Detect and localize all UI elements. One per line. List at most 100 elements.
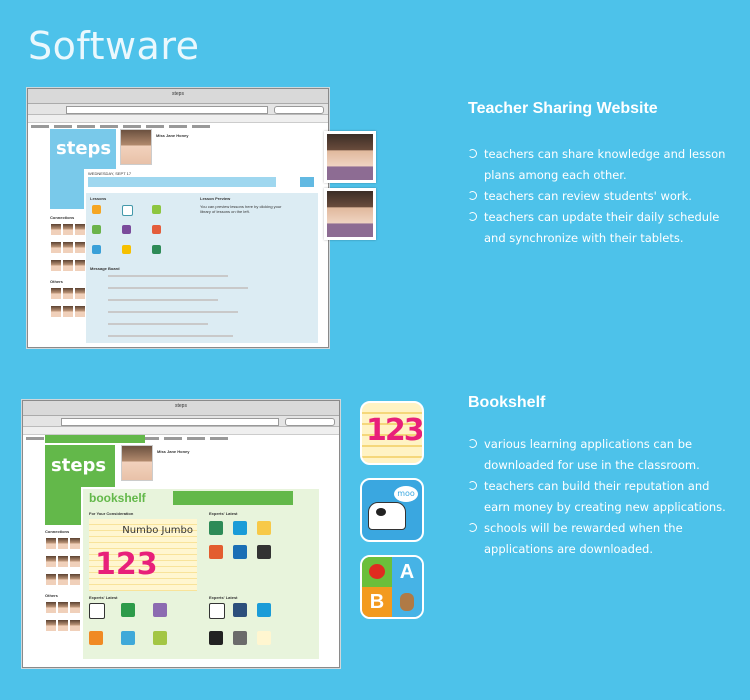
teddy-bear-block <box>392 587 422 617</box>
message-row <box>108 323 208 325</box>
lesson-tile[interactable] <box>122 245 131 254</box>
lesson-tile[interactable] <box>92 225 101 234</box>
bookshelf-page: steps Miss Jane Honey bookshelf For Your… <box>23 435 339 667</box>
app-tile[interactable] <box>233 603 247 617</box>
cow-moo-app-icon: moo <box>360 478 424 542</box>
lesson-tile[interactable] <box>92 205 101 214</box>
teacher-site-heading: Teacher Sharing Website <box>468 100 658 117</box>
app-tile[interactable] <box>153 631 167 645</box>
app-tile[interactable] <box>233 631 247 645</box>
bookmarks-bar <box>23 427 339 440</box>
page-title: Software <box>28 24 200 68</box>
app-tile[interactable] <box>257 521 271 535</box>
teddy-bear-icon <box>400 593 414 611</box>
others-avatars <box>50 287 86 323</box>
bookmarks-bar <box>28 115 328 128</box>
message-row <box>108 299 218 301</box>
cow-icon <box>368 502 406 530</box>
bullet-item: schools will be rewarded when the applic… <box>468 518 738 560</box>
address-bar[interactable] <box>61 418 279 426</box>
lesson-preview-heading: Lesson Preview <box>200 196 231 201</box>
teacher-site-page: steps Miss Jane Honey WEDNESDAY, SEPT 17… <box>28 123 328 347</box>
others-label: Others <box>50 279 63 284</box>
lesson-tile[interactable] <box>122 205 133 216</box>
letter-a-block: A <box>392 557 422 587</box>
column-heading: For Your Consideration <box>89 511 134 516</box>
connections-label: Connections <box>45 529 70 534</box>
app-tile[interactable] <box>257 603 271 617</box>
browser-toolbar <box>23 416 339 427</box>
connections-avatars <box>50 223 86 277</box>
top-green-bar <box>45 435 145 443</box>
content-panel <box>86 193 318 343</box>
app-tile[interactable] <box>233 521 247 535</box>
app-tile[interactable] <box>209 631 223 645</box>
123-numbers-app-icon: 123 <box>360 401 424 465</box>
letter-b-block: B <box>362 587 392 617</box>
column-heading: Experts' Latest <box>209 595 238 600</box>
app-tile[interactable] <box>89 631 103 645</box>
category-toolbar[interactable] <box>173 491 293 505</box>
window-title: steps <box>175 403 187 409</box>
app-tile[interactable] <box>209 603 225 619</box>
column-heading: Experts' Latest <box>89 595 118 600</box>
apple-icon <box>369 564 385 579</box>
message-row <box>108 335 233 337</box>
apple-block <box>362 557 392 587</box>
schedule-bar[interactable] <box>88 177 276 187</box>
connections-label: Connections <box>50 215 75 220</box>
lesson-tile[interactable] <box>152 225 161 234</box>
bookshelf-heading: Bookshelf <box>468 394 546 411</box>
browser-search-field[interactable] <box>285 418 335 426</box>
left-nav-panel <box>45 487 81 525</box>
app-tile[interactable] <box>121 603 135 617</box>
bookshelf-bullets: various learning applications can be dow… <box>468 434 738 560</box>
profile-photo <box>120 129 152 165</box>
schedule-label: WEDNESDAY, SEPT 17 <box>88 171 132 176</box>
profile-name: Miss Jane Honey <box>157 449 190 454</box>
browser-titlebar: steps <box>28 89 328 104</box>
app-tile[interactable] <box>209 545 223 559</box>
teacher-site-browser-window: steps steps Miss Jane Honey WEDNESDAY, S… <box>27 88 329 348</box>
window-title: steps <box>172 91 184 97</box>
app-tile[interactable] <box>257 631 271 645</box>
profile-name: Miss Jane Honey <box>156 133 189 138</box>
teacher-site-bullets: teachers can share knowledge and lesson … <box>468 144 738 249</box>
featured-app-banner[interactable]: Numbo Jumbo 123 <box>89 519 197 591</box>
app-tile[interactable] <box>257 545 271 559</box>
teacher-photo-2 <box>324 188 376 240</box>
app-tile[interactable] <box>209 521 223 535</box>
message-row <box>108 311 238 313</box>
message-row <box>108 275 228 277</box>
profile-photo <box>121 445 153 481</box>
swirl-bullet-icon <box>468 149 477 158</box>
app-tile[interactable] <box>233 545 247 559</box>
column-heading: Experts' Latest <box>209 511 238 516</box>
lesson-tile[interactable] <box>152 245 161 254</box>
swirl-bullet-icon <box>468 439 477 448</box>
browser-toolbar <box>28 104 328 115</box>
connections-avatars <box>45 537 81 591</box>
123-icon-text: 123 <box>366 413 423 448</box>
browser-search-field[interactable] <box>274 106 324 114</box>
address-bar[interactable] <box>66 106 268 114</box>
bookshelf-browser-window: steps steps Miss Jane Honey bookshelf Fo… <box>22 400 340 668</box>
lesson-tile[interactable] <box>152 205 161 214</box>
sync-button[interactable] <box>300 177 314 187</box>
swirl-bullet-icon <box>468 481 477 490</box>
message-board-heading: Message Board <box>90 266 120 271</box>
swirl-bullet-icon <box>468 212 477 221</box>
app-tile[interactable] <box>89 603 105 619</box>
bullet-item: teachers can review students' work. <box>468 186 738 207</box>
abc-blocks-app-icon: A B <box>360 555 424 619</box>
lessons-heading: Lessons <box>90 196 107 201</box>
browser-titlebar: steps <box>23 401 339 416</box>
app-tile[interactable] <box>153 603 167 617</box>
lesson-tile[interactable] <box>92 245 101 254</box>
cow-spot-icon <box>376 508 386 516</box>
bookshelf-title: bookshelf <box>89 491 146 505</box>
bullet-item: teachers can build their reputation and … <box>468 476 738 518</box>
left-nav-panel <box>50 169 84 209</box>
lesson-tile[interactable] <box>122 225 131 234</box>
app-tile[interactable] <box>121 631 135 645</box>
